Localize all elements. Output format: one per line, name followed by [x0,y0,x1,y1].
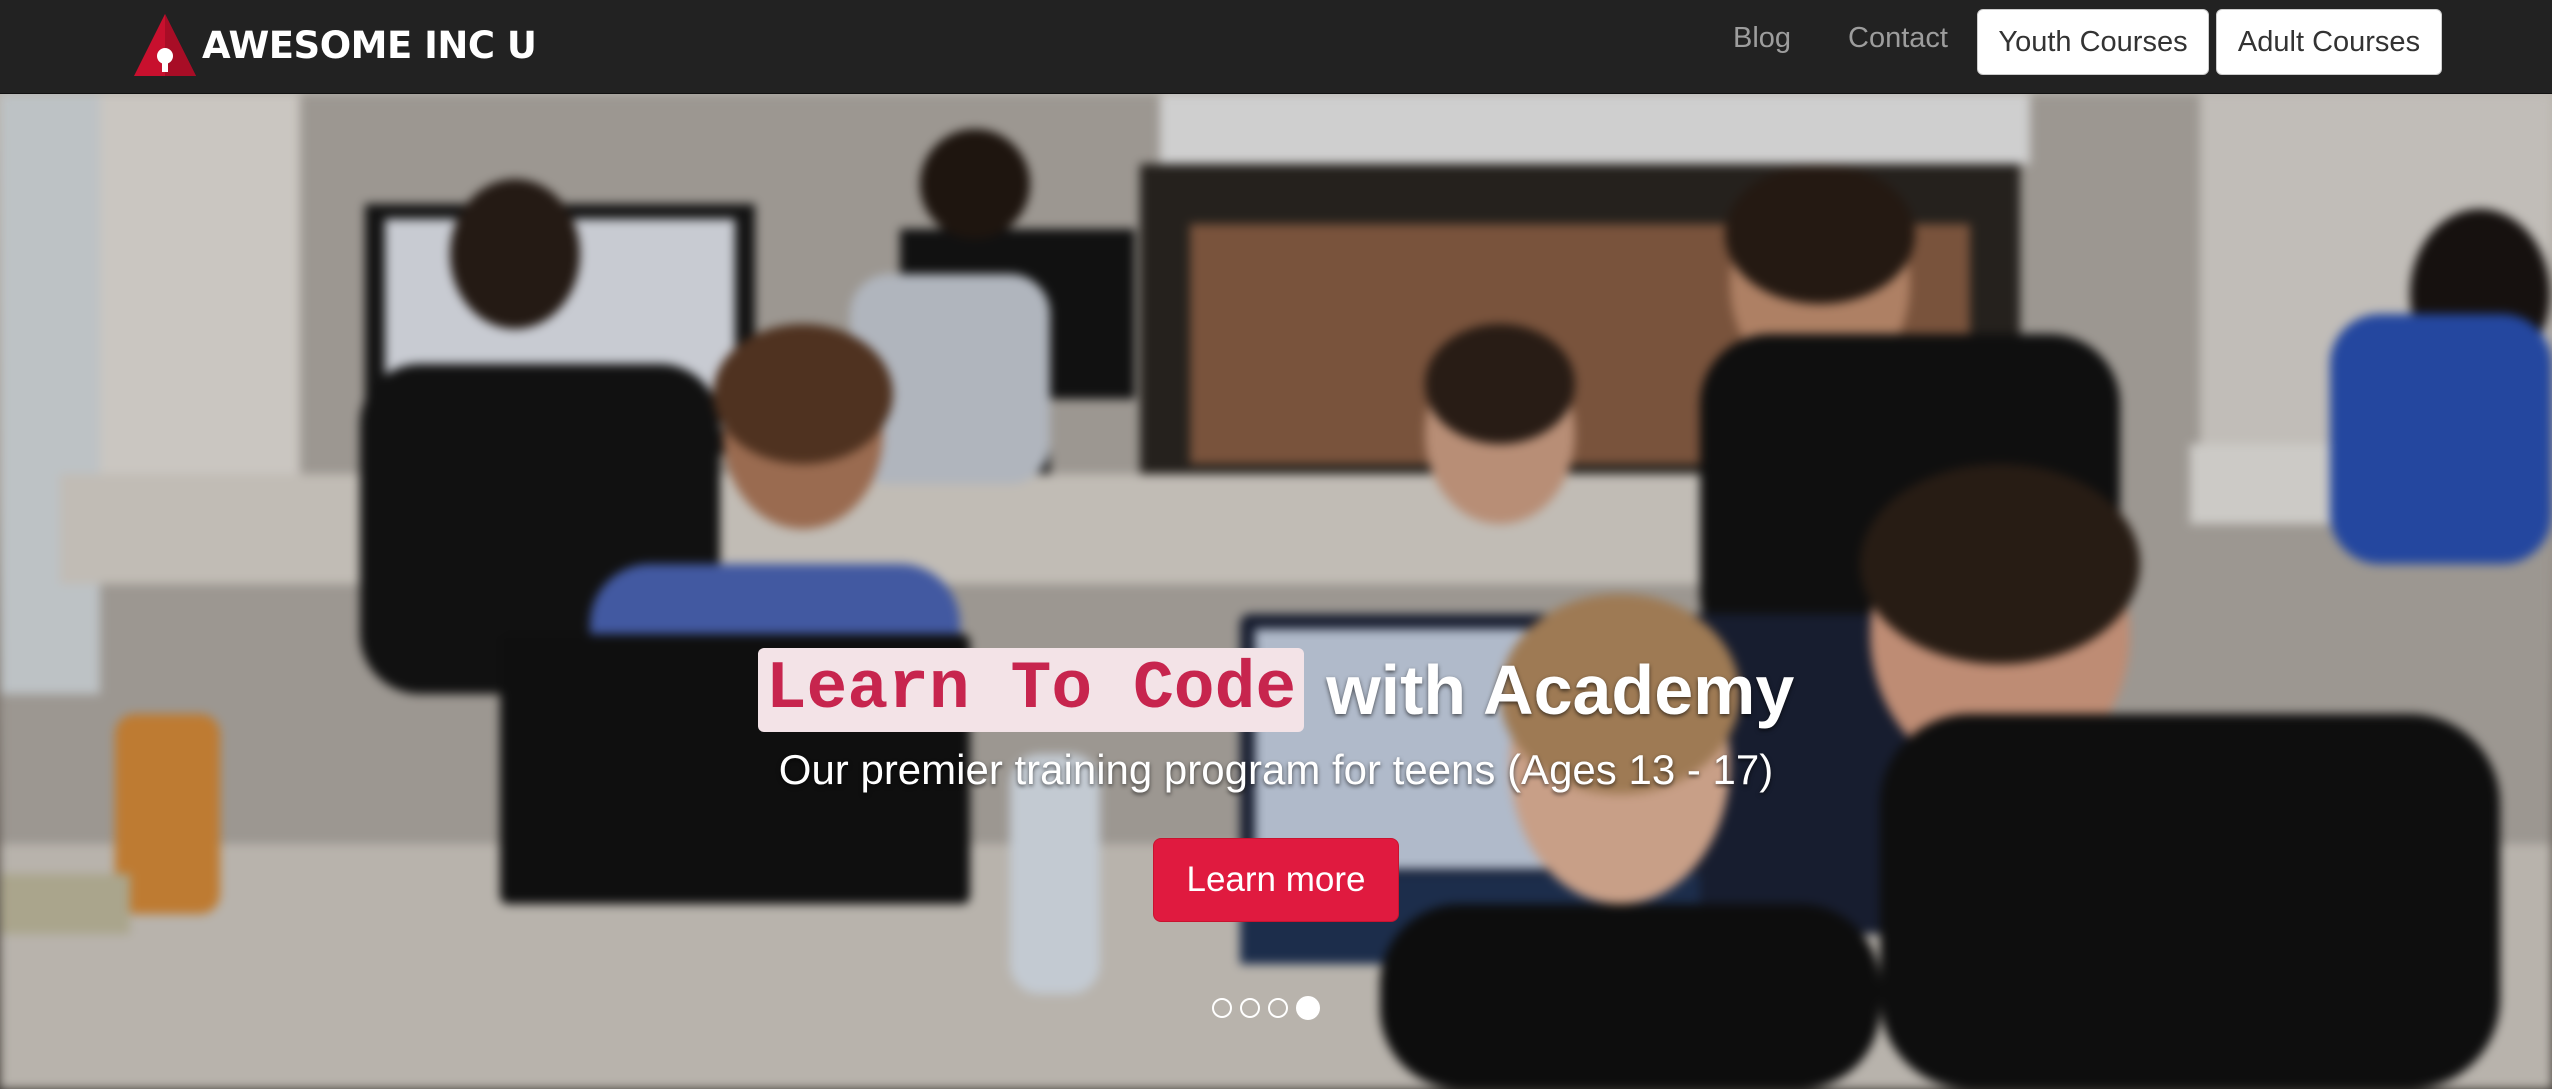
carousel-indicator-2[interactable] [1240,998,1260,1018]
lightbulb-triangle-icon [134,14,196,76]
carousel-indicator-1[interactable] [1212,998,1232,1018]
nav-link-contact[interactable]: Contact [1848,22,1948,55]
carousel-indicator-4[interactable] [1296,996,1320,1020]
headline-text: with Academy [1326,651,1795,729]
carousel-indicators [1212,996,1320,1020]
carousel-caption: Learn To Code with Academy Our premier t… [0,552,2552,922]
navbar: AWESOME INC U Blog Contact Youth Courses… [0,0,2552,94]
brand-name: AWESOME INC U [202,23,537,67]
hero-headline: Learn To Code with Academy [757,648,1795,732]
learn-more-button[interactable]: Learn more [1152,838,1400,922]
nav-link-blog[interactable]: Blog [1733,22,1791,55]
youth-courses-button[interactable]: Youth Courses [1977,9,2209,75]
hero-carousel: Learn To Code with Academy Our premier t… [0,94,2552,1089]
headline-code-badge: Learn To Code [757,648,1305,732]
adult-courses-button[interactable]: Adult Courses [2216,9,2442,75]
hero-subtitle: Our premier training program for teens (… [778,746,1774,793]
brand-logo-link[interactable]: AWESOME INC U [132,12,537,78]
carousel-indicator-3[interactable] [1268,998,1288,1018]
